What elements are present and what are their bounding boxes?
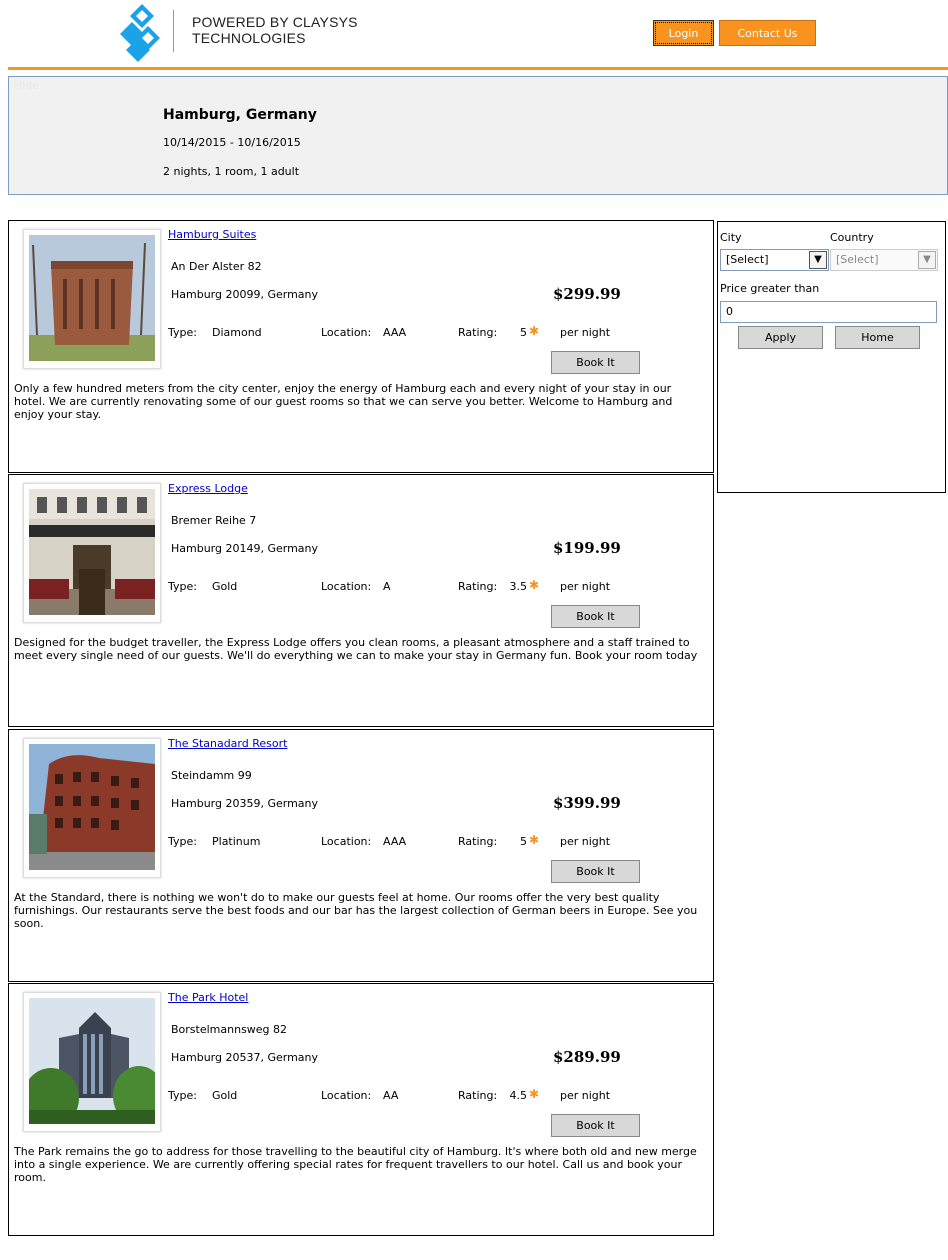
hotel-location: AA — [383, 1089, 399, 1102]
star-icon: ✱ — [529, 833, 540, 847]
price-input[interactable]: 0 — [720, 301, 937, 323]
book-it-button[interactable]: Book It — [551, 351, 640, 374]
hotel-price: $289.99 — [553, 1048, 621, 1066]
hotel-description: At the Standard, there is nothing we won… — [14, 891, 698, 930]
hotel-rating: 3.5 — [509, 580, 528, 593]
location-label: Location: — [321, 326, 372, 339]
hotel-price: $199.99 — [553, 539, 621, 557]
hotel-street: Steindamm 99 — [171, 769, 252, 782]
per-night-label: per night — [560, 580, 611, 593]
country-select-value: [Select] — [836, 253, 879, 266]
hotel-description: Only a few hundred meters from the city … — [14, 382, 673, 421]
chevron-down-icon: ▼ — [918, 251, 936, 269]
hotel-photo — [23, 229, 161, 369]
hotel-price: $299.99 — [553, 285, 621, 303]
hotel-name-link[interactable]: Express Lodge — [168, 482, 248, 495]
hotel-card: Hamburg Suites An Der Alster 82 Hamburg 20… — [8, 220, 714, 473]
hotel-name-link[interactable]: Hamburg Suites — [168, 228, 256, 241]
hotel-rating: 5 — [520, 835, 527, 848]
hotel-photo — [23, 483, 161, 623]
apply-button[interactable]: Apply — [738, 326, 823, 349]
home-button[interactable]: Home — [835, 326, 920, 349]
star-icon: ✱ — [529, 1087, 540, 1101]
brand-line-2: TECHNOLOGIES — [192, 30, 306, 46]
location-label: Location: — [321, 835, 372, 848]
rating-label: Rating: — [458, 580, 498, 593]
hotel-city: Hamburg 20359, Germany — [171, 797, 319, 810]
hotel-photo — [23, 738, 161, 878]
city-select-value: [Select] — [726, 253, 769, 266]
hotel-name-link[interactable]: The Stanadard Resort — [168, 737, 287, 750]
stay-dates: 10/14/2015 - 10/16/2015 — [163, 136, 301, 149]
hotel-description: The Park remains the go to address for t… — [14, 1145, 697, 1184]
hotel-location: A — [383, 580, 391, 593]
hotel-city: Hamburg 20149, Germany — [171, 542, 319, 555]
star-icon: ✱ — [529, 578, 540, 592]
hotel-name-link[interactable]: The Park Hotel — [168, 991, 248, 1004]
hotel-description: Designed for the budget traveller, the E… — [14, 636, 698, 662]
type-label: Type: — [168, 580, 197, 593]
chevron-down-icon: ▼ — [809, 251, 827, 269]
per-night-label: per night — [560, 326, 611, 339]
book-it-button[interactable]: Book It — [551, 1114, 640, 1137]
rating-label: Rating: — [458, 835, 498, 848]
hotel-card: The Stanadard Resort Steindamm 99 Hamburg … — [8, 729, 714, 982]
header-divider — [8, 67, 948, 70]
hide-link[interactable]: Hide — [14, 79, 39, 92]
type-label: Type: — [168, 1089, 197, 1102]
location-label: Location: — [321, 580, 372, 593]
hotel-photo — [23, 992, 161, 1132]
per-night-label: per night — [560, 1089, 611, 1102]
book-it-button[interactable]: Book It — [551, 605, 640, 628]
type-label: Type: — [168, 326, 197, 339]
per-night-label: per night — [560, 835, 611, 848]
location-label: Location: — [321, 1089, 372, 1102]
logo-divider — [173, 10, 174, 52]
country-select[interactable]: [Select] ▼ — [830, 249, 938, 271]
hotel-city: Hamburg 20537, Germany — [171, 1051, 319, 1064]
country-label: Country — [830, 231, 874, 244]
star-icon: ✱ — [529, 324, 540, 338]
book-it-button[interactable]: Book It — [551, 860, 640, 883]
search-summary: Hide Hamburg, Germany 10/14/2015 - 10/16… — [8, 76, 948, 195]
hotel-city: Hamburg 20099, Germany — [171, 288, 319, 301]
hotel-price: $399.99 — [553, 794, 621, 812]
destination-title: Hamburg, Germany — [163, 107, 317, 123]
hotel-type: Gold — [212, 1089, 238, 1102]
hotel-type: Platinum — [212, 835, 261, 848]
hotel-street: Bremer Reihe 7 — [171, 514, 257, 527]
hotel-street: Borstelmannsweg 82 — [171, 1023, 288, 1036]
city-label: City — [720, 231, 742, 244]
price-label: Price greater than — [720, 282, 820, 295]
city-select[interactable]: [Select] ▼ — [720, 249, 829, 271]
hotel-rating: 4.5 — [509, 1089, 528, 1102]
claysys-logo — [120, 4, 164, 62]
hotel-street: An Der Alster 82 — [171, 260, 262, 273]
type-label: Type: — [168, 835, 197, 848]
filter-panel: City Country [Select] ▼ [Select] ▼ Price… — [717, 221, 946, 493]
hotel-card: Express Lodge Bremer Reihe 7 Hamburg 20149… — [8, 474, 714, 727]
brand-line-1: POWERED BY CLAYSYS — [192, 14, 358, 30]
hotel-rating: 5 — [520, 326, 527, 339]
hotel-location: AAA — [383, 835, 407, 848]
brand-text: POWERED BY CLAYSYS TECHNOLOGIES — [192, 14, 358, 46]
hotel-location: AAA — [383, 326, 407, 339]
rating-label: Rating: — [458, 1089, 498, 1102]
stay-details: 2 nights, 1 room, 1 adult — [163, 165, 300, 178]
hotel-type: Gold — [212, 580, 238, 593]
hotel-type: Diamond — [212, 326, 262, 339]
rating-label: Rating: — [458, 326, 498, 339]
hotel-card: The Park Hotel Borstelmannsweg 82 Hamburg … — [8, 983, 714, 1236]
login-button[interactable]: Login — [653, 20, 714, 46]
contact-us-button[interactable]: Contact Us — [719, 20, 816, 46]
